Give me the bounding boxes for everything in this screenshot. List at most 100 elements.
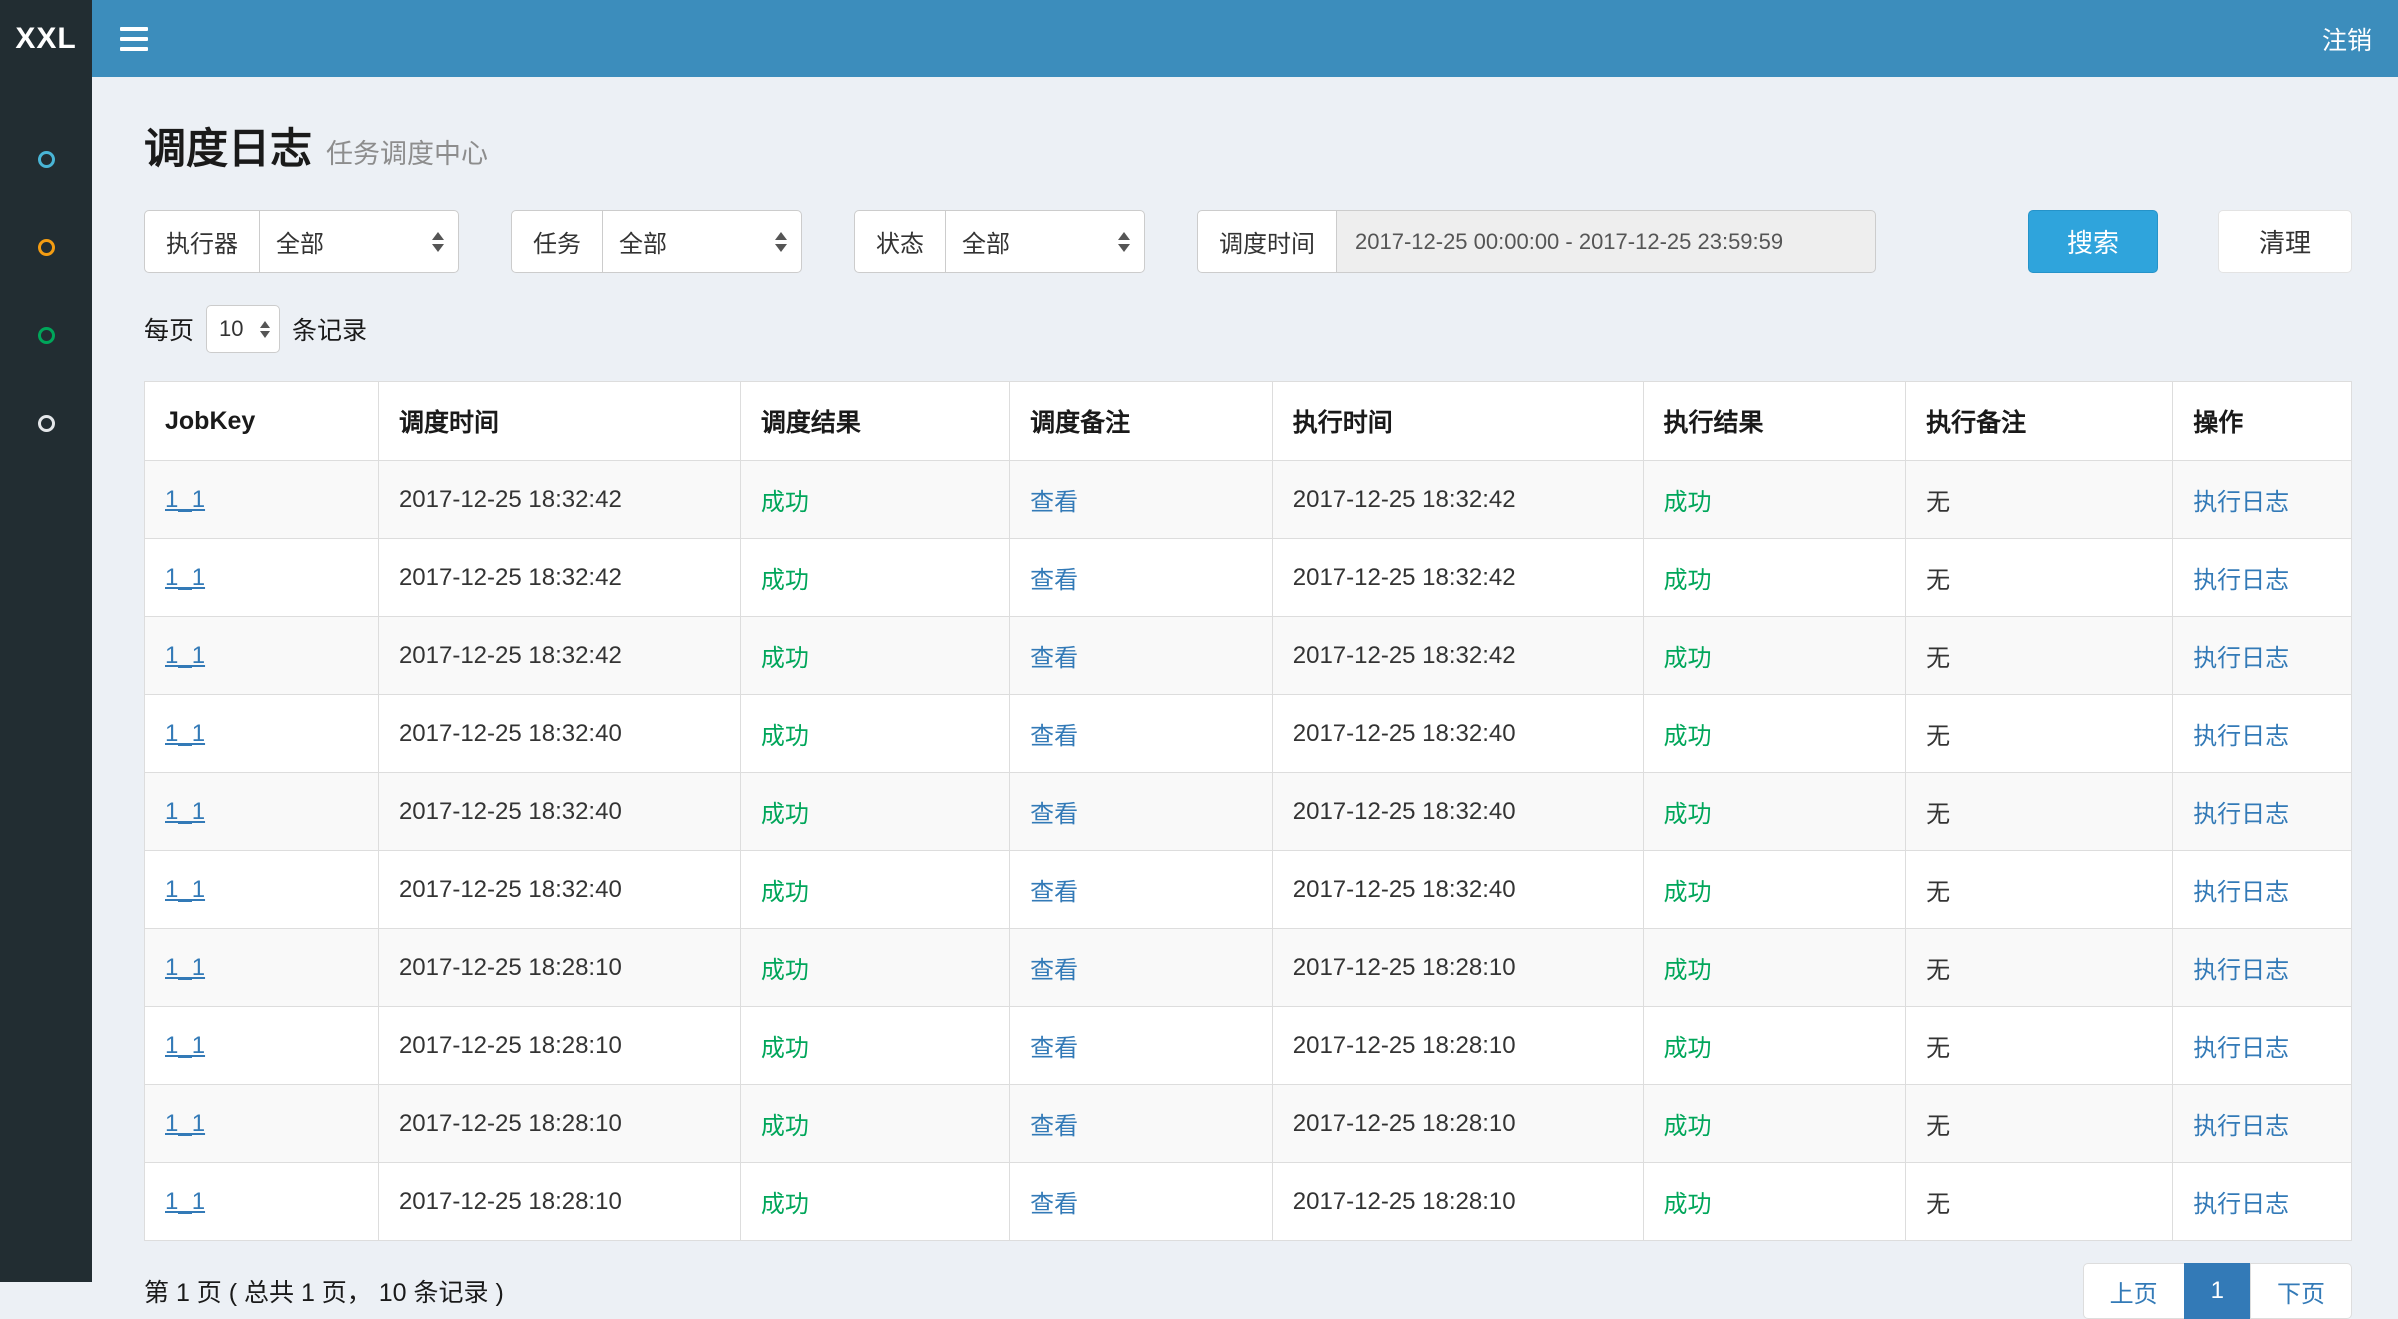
jobkey-link[interactable]: 1_1 <box>165 1110 205 1137</box>
table-row: 1_12017-12-25 18:32:42成功查看2017-12-25 18:… <box>145 461 2352 539</box>
table-row: 1_12017-12-25 18:28:10成功查看2017-12-25 18:… <box>145 1007 2352 1085</box>
handle-result: 成功 <box>1664 801 1712 828</box>
execution-log-link[interactable]: 执行日志 <box>2193 645 2289 672</box>
table-row: 1_12017-12-25 18:28:10成功查看2017-12-25 18:… <box>145 1163 2352 1241</box>
execution-log-link[interactable]: 执行日志 <box>2193 489 2289 516</box>
pagination-summary: 第 1 页 ( 总共 1 页， 10 条记录 ) <box>144 1273 504 1309</box>
hamburger-icon <box>120 37 148 41</box>
handle-time: 2017-12-25 18:28:10 <box>1293 1110 1516 1137</box>
trigger-remark-link-cell: 查看 <box>1010 1007 1273 1085</box>
current-page-button[interactable]: 1 <box>2184 1263 2251 1319</box>
trigger-time-cell: 2017-12-25 18:28:10 <box>378 1007 740 1085</box>
sidebar-toggle-button[interactable] <box>120 27 148 51</box>
column-header: 执行结果 <box>1643 382 1906 461</box>
prev-page-button[interactable]: 上页 <box>2083 1263 2185 1319</box>
page-size-prefix: 每页 <box>144 311 194 347</box>
trigger-result-cell: 成功 <box>740 1007 1009 1085</box>
handle-time-cell: 2017-12-25 18:32:40 <box>1272 695 1643 773</box>
log-table: JobKey调度时间调度结果调度备注执行时间执行结果执行备注操作 1_12017… <box>144 381 2352 1241</box>
execution-log-link-cell: 执行日志 <box>2173 1085 2352 1163</box>
column-header: 调度时间 <box>378 382 740 461</box>
jobkey-link[interactable]: 1_1 <box>165 1188 205 1215</box>
execution-log-link-cell: 执行日志 <box>2173 1163 2352 1241</box>
next-page-button[interactable]: 下页 <box>2250 1263 2352 1319</box>
page-size-select[interactable]: 10 <box>206 305 280 353</box>
trigger-result-cell: 成功 <box>740 773 1009 851</box>
search-button[interactable]: 搜索 <box>2028 210 2158 273</box>
execution-log-link[interactable]: 执行日志 <box>2193 879 2289 906</box>
filter-toolbar: 执行器 全部 任务 全部 状态 全部 调度时间 2017-12-25 00:00… <box>144 210 2352 273</box>
trigger-remark-link[interactable]: 查看 <box>1030 1035 1078 1062</box>
handle-remark-cell: 无 <box>1906 1085 2173 1163</box>
handle-time-cell: 2017-12-25 18:32:42 <box>1272 539 1643 617</box>
sidebar-item-1[interactable] <box>0 115 92 203</box>
trigger-remark-link[interactable]: 查看 <box>1030 489 1078 516</box>
trigger-remark-link[interactable]: 查看 <box>1030 1113 1078 1140</box>
execution-log-link-cell: 执行日志 <box>2173 851 2352 929</box>
handle-remark-cell: 无 <box>1906 929 2173 1007</box>
trigger-result-cell: 成功 <box>740 617 1009 695</box>
trigger-remark-link[interactable]: 查看 <box>1030 957 1078 984</box>
jobkey-link-cell: 1_1 <box>145 1007 379 1085</box>
execution-log-link-cell: 执行日志 <box>2173 539 2352 617</box>
job-select[interactable]: 全部 <box>602 210 802 273</box>
execution-log-link[interactable]: 执行日志 <box>2193 1035 2289 1062</box>
trigger-time: 2017-12-25 18:28:10 <box>399 954 622 981</box>
execution-log-link[interactable]: 执行日志 <box>2193 723 2289 750</box>
jobkey-link[interactable]: 1_1 <box>165 954 205 981</box>
trigger-remark-link-cell: 查看 <box>1010 617 1273 695</box>
trigger-result-cell: 成功 <box>740 461 1009 539</box>
trigger-remark-link[interactable]: 查看 <box>1030 645 1078 672</box>
jobkey-link[interactable]: 1_1 <box>165 564 205 591</box>
jobkey-link[interactable]: 1_1 <box>165 798 205 825</box>
trigger-remark-link[interactable]: 查看 <box>1030 801 1078 828</box>
execution-log-link[interactable]: 执行日志 <box>2193 1191 2289 1218</box>
trigger-time-cell: 2017-12-25 18:32:40 <box>378 773 740 851</box>
execution-log-link[interactable]: 执行日志 <box>2193 567 2289 594</box>
handle-time: 2017-12-25 18:28:10 <box>1293 954 1516 981</box>
execution-log-link[interactable]: 执行日志 <box>2193 957 2289 984</box>
handle-result: 成功 <box>1664 1035 1712 1062</box>
time-range-filter-group: 调度时间 2017-12-25 00:00:00 - 2017-12-25 23… <box>1197 210 1876 273</box>
trigger-time-cell: 2017-12-25 18:32:40 <box>378 851 740 929</box>
sidebar <box>0 77 92 1282</box>
handle-remark-cell: 无 <box>1906 1007 2173 1085</box>
execution-log-link[interactable]: 执行日志 <box>2193 801 2289 828</box>
jobkey-link[interactable]: 1_1 <box>165 486 205 513</box>
sidebar-item-4[interactable] <box>0 379 92 467</box>
handle-result-cell: 成功 <box>1643 1007 1906 1085</box>
handle-time: 2017-12-25 18:32:40 <box>1293 876 1516 903</box>
trigger-time: 2017-12-25 18:32:42 <box>399 642 622 669</box>
trigger-time-cell: 2017-12-25 18:32:42 <box>378 617 740 695</box>
trigger-time-cell: 2017-12-25 18:28:10 <box>378 1163 740 1241</box>
time-range-input[interactable]: 2017-12-25 00:00:00 - 2017-12-25 23:59:5… <box>1336 210 1876 273</box>
jobkey-link[interactable]: 1_1 <box>165 1032 205 1059</box>
trigger-remark-link[interactable]: 查看 <box>1030 879 1078 906</box>
trigger-result: 成功 <box>761 723 809 750</box>
handle-result-cell: 成功 <box>1643 695 1906 773</box>
handle-time-cell: 2017-12-25 18:28:10 <box>1272 1007 1643 1085</box>
jobkey-link[interactable]: 1_1 <box>165 876 205 903</box>
handle-result: 成功 <box>1664 1191 1712 1218</box>
status-filter-label: 状态 <box>854 210 946 273</box>
trigger-remark-link[interactable]: 查看 <box>1030 1191 1078 1218</box>
handle-time-cell: 2017-12-25 18:28:10 <box>1272 929 1643 1007</box>
handle-remark-cell: 无 <box>1906 539 2173 617</box>
logout-link[interactable]: 注销 <box>2296 0 2398 77</box>
execution-log-link-cell: 执行日志 <box>2173 461 2352 539</box>
app-logo[interactable]: XXL <box>0 0 92 77</box>
page-size-row: 每页 10 条记录 <box>144 305 2352 353</box>
trigger-remark-link[interactable]: 查看 <box>1030 567 1078 594</box>
sidebar-item-2[interactable] <box>0 203 92 291</box>
status-select[interactable]: 全部 <box>945 210 1145 273</box>
trigger-result: 成功 <box>761 879 809 906</box>
clear-button[interactable]: 清理 <box>2218 210 2352 273</box>
execution-log-link[interactable]: 执行日志 <box>2193 1113 2289 1140</box>
column-header: 执行备注 <box>1906 382 2173 461</box>
trigger-remark-link[interactable]: 查看 <box>1030 723 1078 750</box>
sidebar-item-3[interactable] <box>0 291 92 379</box>
jobkey-link[interactable]: 1_1 <box>165 720 205 747</box>
jobkey-link[interactable]: 1_1 <box>165 642 205 669</box>
log-table-container: JobKey调度时间调度结果调度备注执行时间执行结果执行备注操作 1_12017… <box>144 381 2352 1241</box>
executor-select[interactable]: 全部 <box>259 210 459 273</box>
